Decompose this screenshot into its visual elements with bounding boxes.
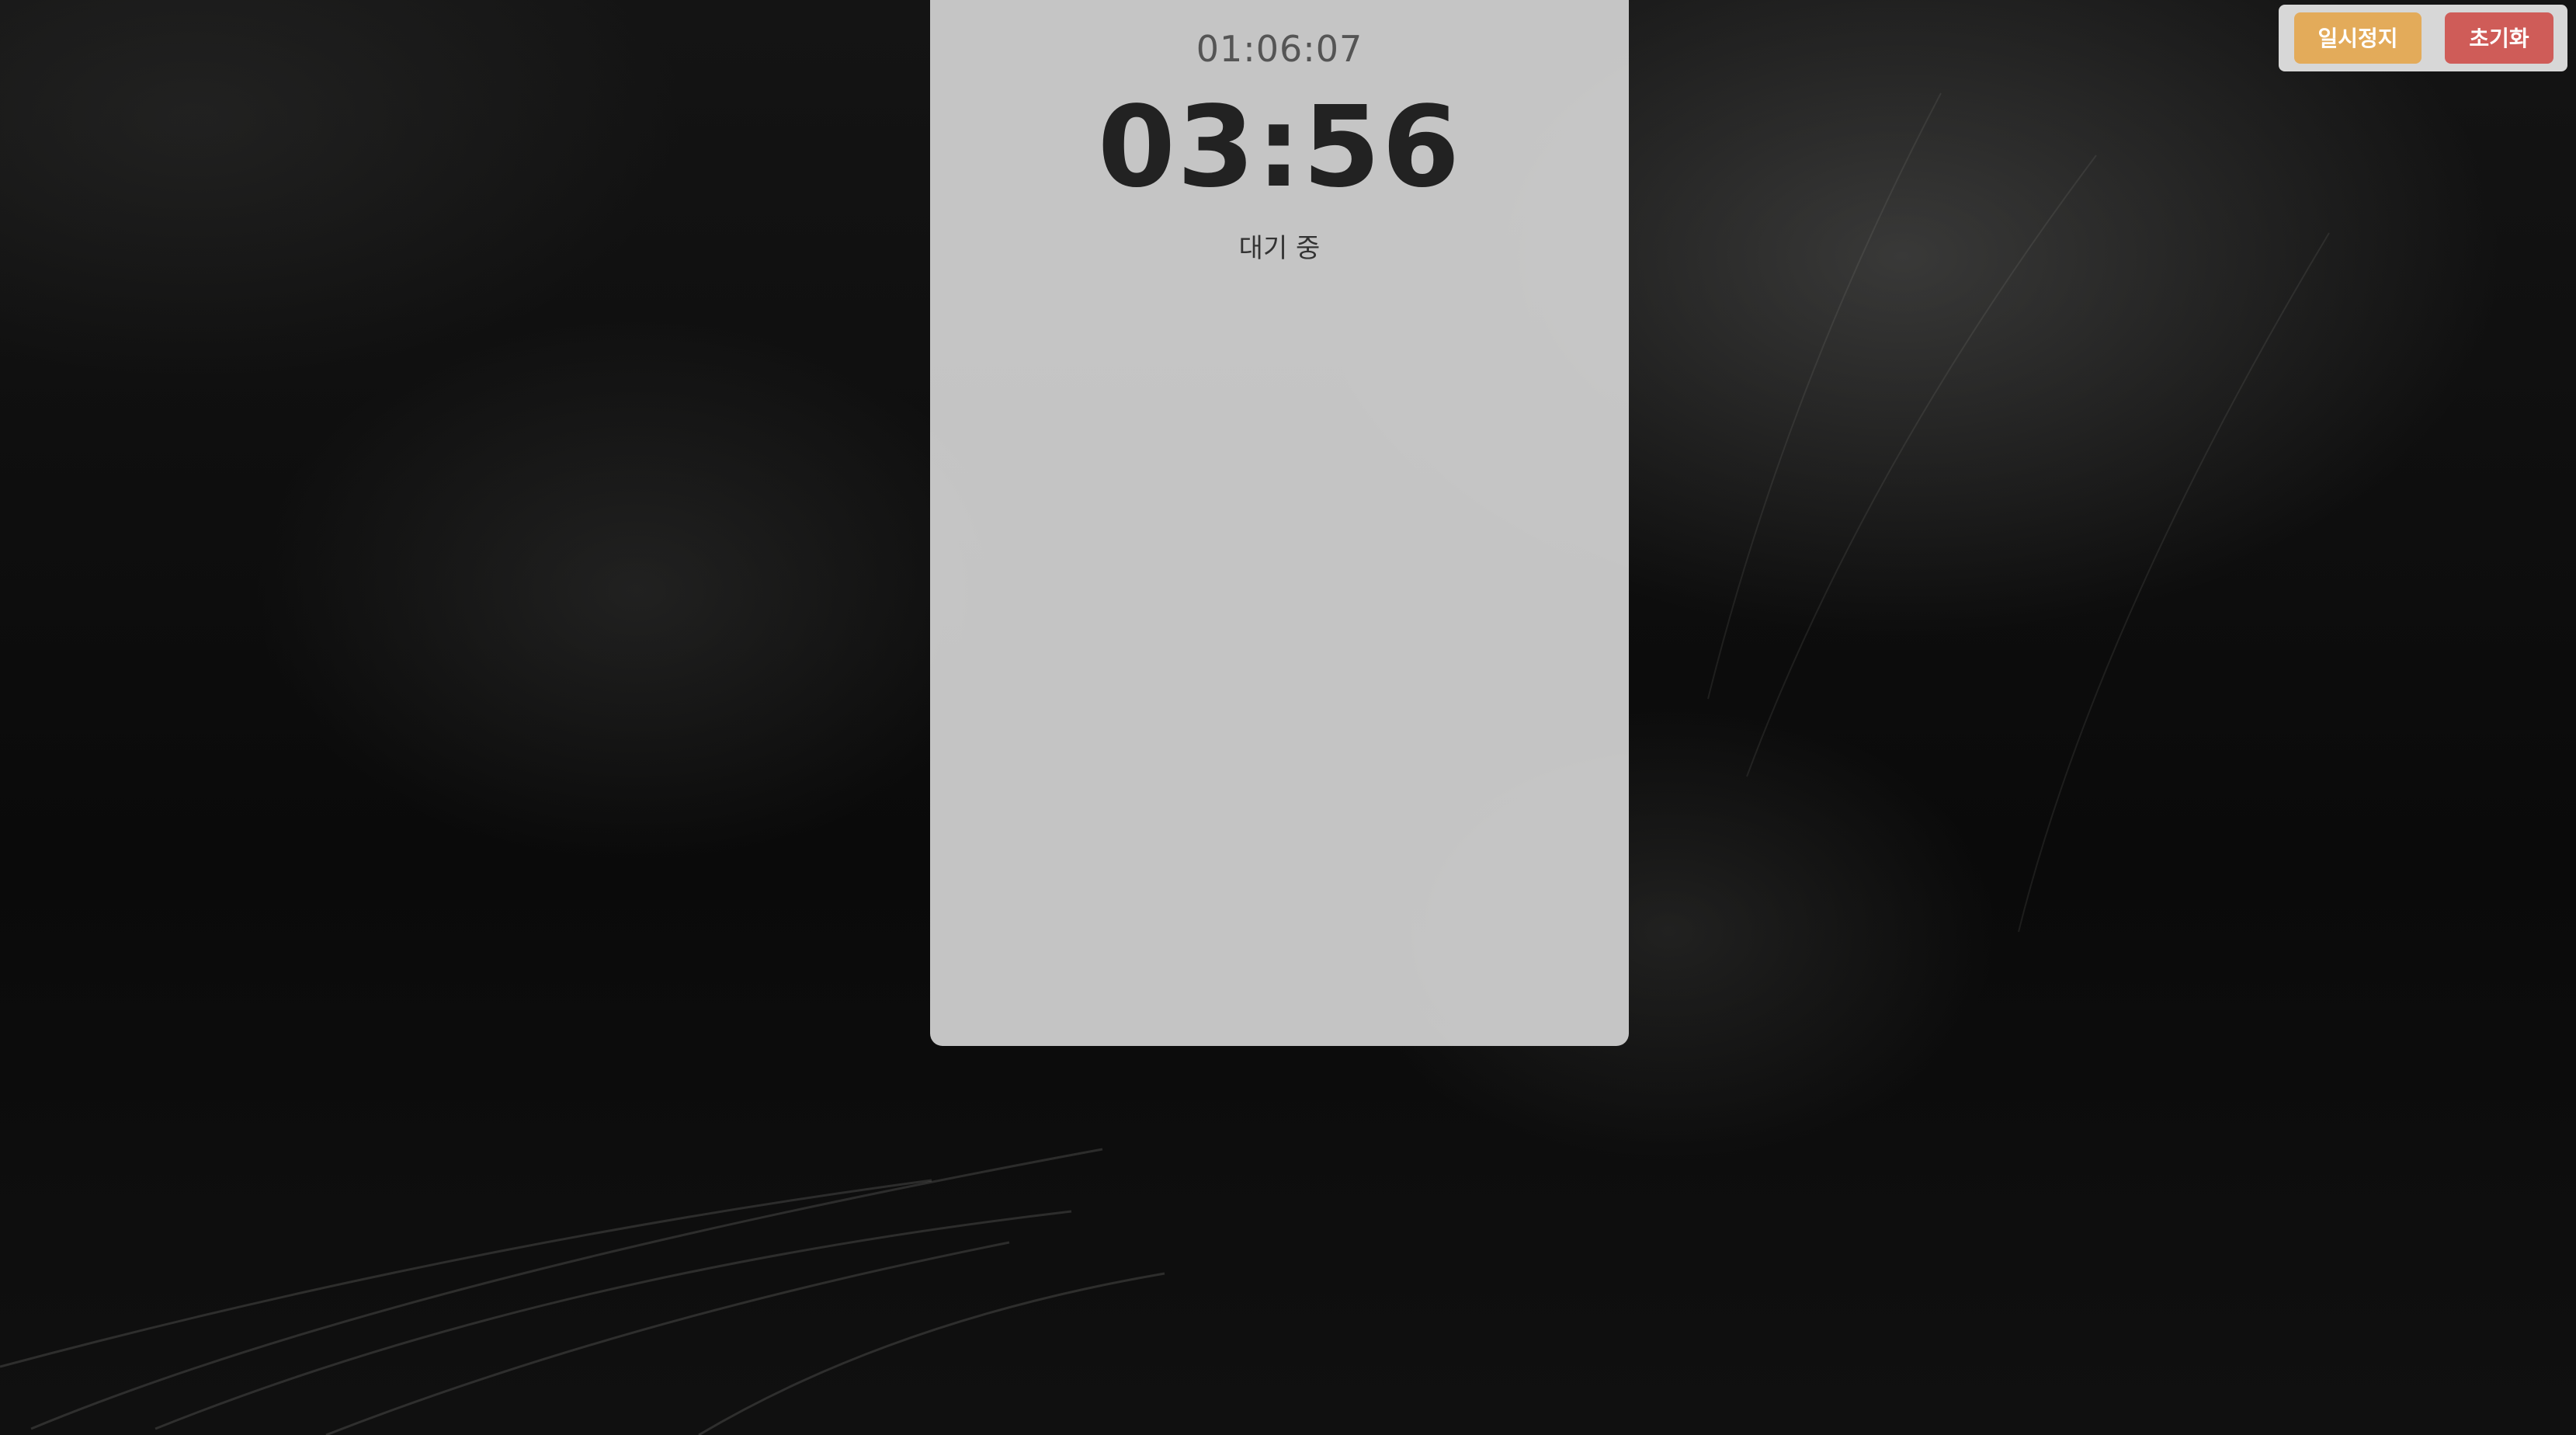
timer-controls: 일시정지 초기화 (2279, 5, 2567, 71)
timer-card: 01:06:07 03:56 대기 중 (930, 0, 1629, 1046)
timer-status: 대기 중 (1238, 233, 1321, 264)
pause-button[interactable]: 일시정지 (2294, 12, 2422, 64)
reset-button[interactable]: 초기화 (2445, 12, 2553, 64)
current-time: 01:06:07 (1196, 28, 1363, 70)
countdown-timer: 03:56 (1097, 82, 1462, 212)
